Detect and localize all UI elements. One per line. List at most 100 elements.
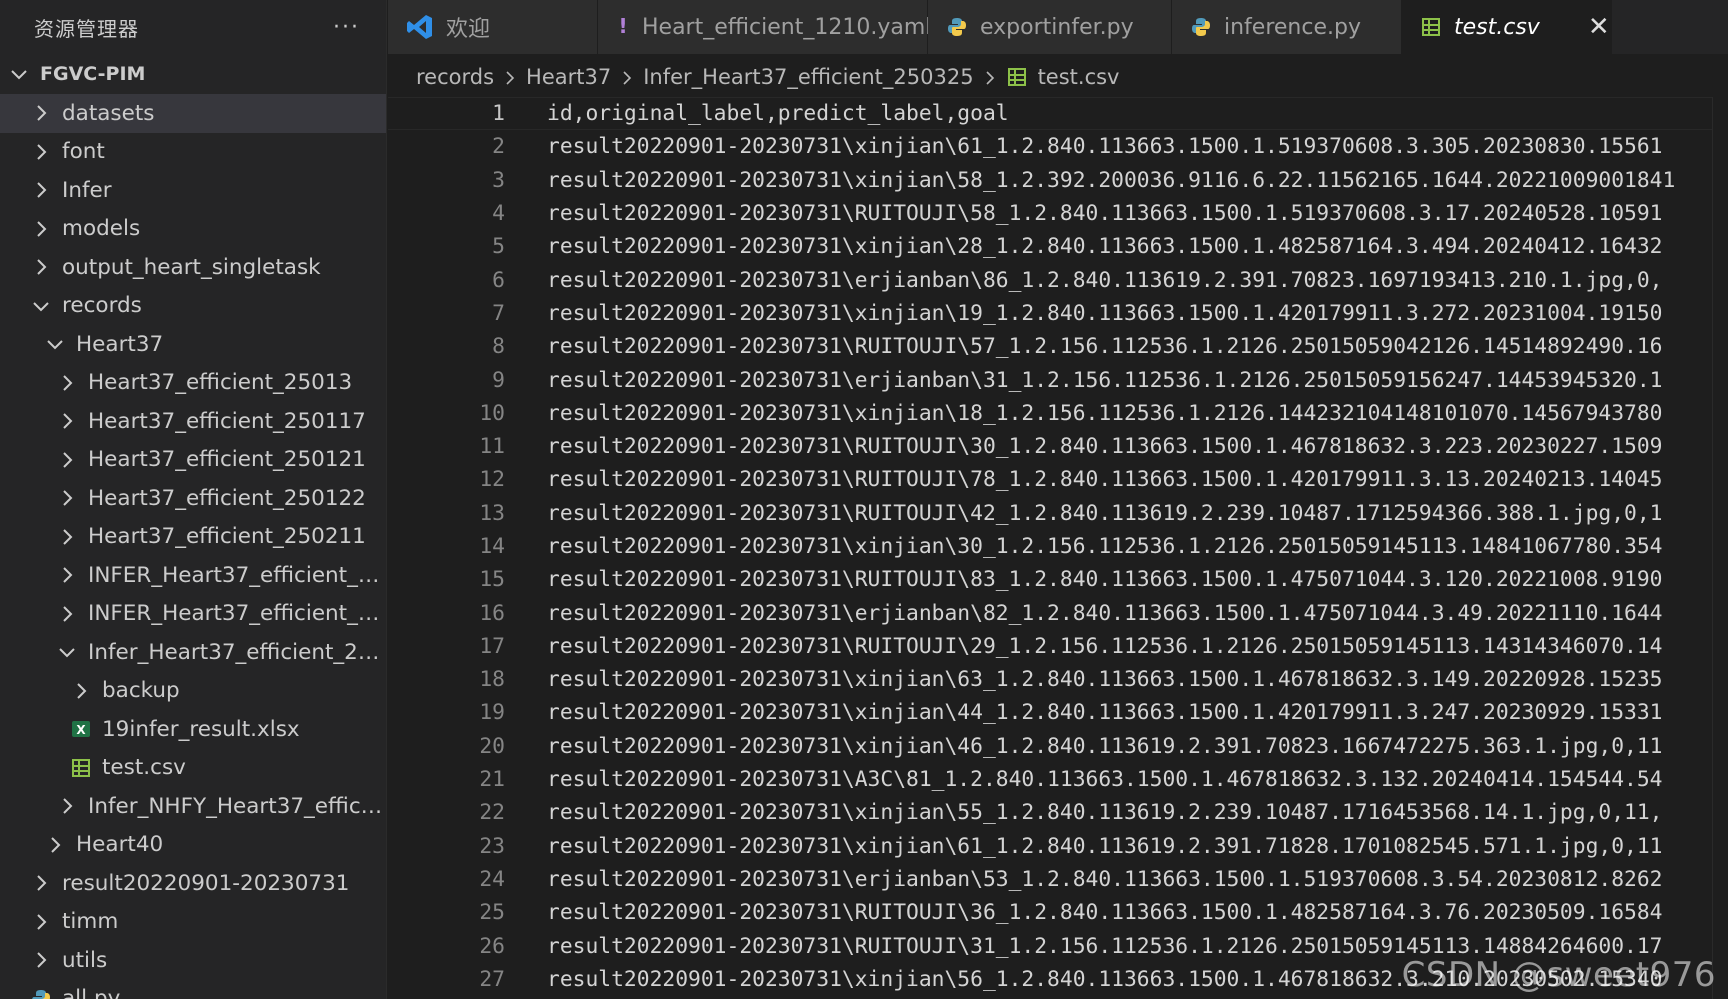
tree-folder[interactable]: Infer_Heart37_efficient_250... — [0, 633, 386, 672]
code-line[interactable]: 26 result20220901-20230731\RUITOUJI\31_1.… — [388, 929, 1728, 962]
tree-folder[interactable]: records — [0, 287, 386, 326]
code-line[interactable]: 4 result20220901-20230731\RUITOUJI\58_1.2… — [388, 197, 1728, 230]
editor-tab[interactable]: inference.py — [1172, 0, 1402, 54]
code-line[interactable]: 27 result20220901-20230731\xinjian\56_1.2… — [388, 963, 1728, 996]
code-line[interactable]: 12 result20220901-20230731\RUITOUJI\78_1.… — [388, 463, 1728, 496]
tree-item-label: timm — [62, 909, 119, 935]
tree-folder[interactable]: Heart37_efficient_250211 — [0, 518, 386, 557]
chevron-down-icon — [44, 333, 66, 355]
breadcrumb-item[interactable]: Heart37 — [526, 65, 611, 89]
code-line[interactable]: 3 result20220901-20230731\xinjian\58_1.2.… — [388, 164, 1728, 197]
code-line[interactable]: 5 result20220901-20230731\xinjian\28_1.2.… — [388, 230, 1728, 263]
line-text: result20220901-20230731\xinjian\56_1.2.8… — [547, 966, 1663, 992]
tree-folder[interactable]: Heart37_efficient_250117 — [0, 402, 386, 441]
breadcrumb-item[interactable]: test.csv — [1038, 65, 1120, 89]
editor-tab[interactable]: ! Heart_efficient_1210.yaml — [598, 0, 932, 54]
code-line[interactable]: 17 result20220901-20230731\RUITOUJI\29_1.… — [388, 630, 1728, 663]
tree-folder[interactable]: Infer — [0, 171, 386, 210]
code-line[interactable]: 23 result20220901-20230731\xinjian\61_1.2… — [388, 830, 1728, 863]
tree-item-label: Infer — [62, 177, 112, 203]
chevron-down-icon — [8, 63, 30, 85]
tree-folder[interactable]: datasets — [0, 94, 386, 133]
tree-folder[interactable]: INFER_Heart37_efficient_25... — [0, 556, 386, 595]
tree-folder[interactable]: INFER_Heart37_efficient_25... — [0, 595, 386, 634]
editor-tab[interactable]: test.csv ✕ — [1402, 0, 1612, 54]
tree-folder[interactable]: Heart37_efficient_250121 — [0, 441, 386, 480]
line-text: result20220901-20230731\erjianban\86_1.2… — [547, 267, 1663, 293]
tree-folder[interactable]: Heart37_efficient_25013 — [0, 364, 386, 403]
code-line[interactable]: 11 result20220901-20230731\RUITOUJI\30_1.… — [388, 430, 1728, 463]
code-line[interactable]: 6 result20220901-20230731\erjianban\86_1.… — [388, 263, 1728, 296]
tab-label: Heart_efficient_1210.yaml — [642, 14, 932, 40]
tree-folder[interactable]: Heart37 — [0, 325, 386, 364]
line-text: result20220901-20230731\xinjian\58_1.2.3… — [547, 167, 1676, 193]
csv-icon — [1420, 16, 1442, 38]
code-line[interactable]: 10 result20220901-20230731\xinjian\18_1.2… — [388, 397, 1728, 430]
code-line[interactable]: 1 id,original_label,predict_label,goal — [388, 97, 1728, 131]
line-text: result20220901-20230731\RUITOUJI\57_1.2.… — [547, 334, 1663, 360]
code-line[interactable]: 19 result20220901-20230731\xinjian\44_1.2… — [388, 696, 1728, 729]
line-number: 10 — [479, 400, 505, 426]
tree-folder[interactable]: output_heart_singletask — [0, 248, 386, 287]
line-number: 9 — [492, 367, 505, 393]
chevron-right-icon — [619, 65, 635, 89]
tree-folder[interactable]: backup — [0, 672, 386, 711]
code-line[interactable]: 14 result20220901-20230731\xinjian\30_1.2… — [388, 530, 1728, 563]
tree-folder[interactable]: models — [0, 210, 386, 249]
code-line[interactable]: 7 result20220901-20230731\xinjian\19_1.2.… — [388, 297, 1728, 330]
tree-item-label: test.csv — [102, 755, 186, 781]
code-line[interactable]: 2 result20220901-20230731\xinjian\61_1.2.… — [388, 130, 1728, 163]
tree-folder[interactable]: Heart37_efficient_250122 — [0, 479, 386, 518]
more-actions-button[interactable]: ··· — [333, 15, 360, 40]
chevron-right-icon — [44, 834, 66, 856]
tree-folder[interactable]: timm — [0, 903, 386, 942]
tree-folder[interactable]: font — [0, 133, 386, 172]
tree-folder[interactable]: Heart40 — [0, 826, 386, 865]
code-line[interactable]: 18 result20220901-20230731\xinjian\63_1.2… — [388, 663, 1728, 696]
tree-item-label: Heart37_efficient_25013 — [88, 370, 353, 396]
excel-file-icon: X — [70, 718, 92, 740]
code-line[interactable]: 24 result20220901-20230731\erjianban\53_1… — [388, 863, 1728, 896]
breadcrumb: records Heart37 Infer_Heart37_efficient_25… — [388, 54, 1728, 100]
tab-label: exportinfer.py — [980, 14, 1134, 40]
vertical-scrollbar[interactable] — [1712, 97, 1728, 999]
line-text: result20220901-20230731\xinjian\19_1.2.8… — [547, 300, 1663, 326]
close-icon[interactable]: ✕ — [1588, 12, 1610, 42]
tree-item-label: Heart37_efficient_250117 — [88, 408, 366, 434]
tree-file[interactable]: X 19infer_result.xlsx — [0, 710, 386, 749]
code-editor[interactable]: 1 id,original_label,predict_label,goal 2 re… — [388, 97, 1728, 999]
editor-tab-bar: 欢迎 ! Heart_efficient_1210.yaml exportinfer.… — [388, 0, 1728, 54]
line-text: result20220901-20230731\RUITOUJI\78_1.2.… — [547, 467, 1663, 493]
tree-file[interactable]: all.py — [0, 980, 386, 999]
tree-item-label: INFER_Heart37_efficient_25... — [88, 601, 386, 627]
code-line[interactable]: 21 result20220901-20230731\A3C\81_1.2.840… — [388, 763, 1728, 796]
line-number: 12 — [479, 467, 505, 493]
code-line[interactable]: 15 result20220901-20230731\RUITOUJI\83_1.… — [388, 563, 1728, 596]
tree-item-label: Heart37_efficient_250211 — [88, 524, 366, 550]
code-line[interactable]: 16 result20220901-20230731\erjianban\82_1… — [388, 596, 1728, 629]
editor-tab[interactable]: exportinfer.py — [928, 0, 1172, 54]
explorer-sidebar: 资源管理器 ··· FGVC-PIM datasets font Infer mode… — [0, 0, 387, 999]
line-text: result20220901-20230731\A3C\81_1.2.840.1… — [547, 767, 1663, 793]
tree-folder[interactable]: utils — [0, 941, 386, 980]
editor-tab[interactable]: 欢迎 — [388, 0, 598, 54]
tree-folder[interactable]: Infer_NHFY_Heart37_efficie... — [0, 787, 386, 826]
breadcrumb-item[interactable]: records — [416, 65, 494, 89]
code-line[interactable]: 22 result20220901-20230731\xinjian\55_1.2… — [388, 796, 1728, 829]
line-text: result20220901-20230731\RUITOUJI\42_1.2.… — [547, 500, 1663, 526]
code-line[interactable]: 13 result20220901-20230731\RUITOUJI\42_1.… — [388, 497, 1728, 530]
chevron-right-icon — [56, 372, 78, 394]
code-line[interactable]: 8 result20220901-20230731\RUITOUJI\57_1.2… — [388, 330, 1728, 363]
code-line[interactable]: 25 result20220901-20230731\RUITOUJI\36_1.… — [388, 896, 1728, 929]
workspace-root-folder[interactable]: FGVC-PIM — [0, 54, 386, 94]
code-line[interactable]: 20 result20220901-20230731\xinjian\46_1.2… — [388, 730, 1728, 763]
tree-folder[interactable]: result20220901-20230731 — [0, 864, 386, 903]
python-icon — [1190, 16, 1212, 38]
breadcrumb-item[interactable]: Infer_Heart37_efficient_250325 — [643, 65, 973, 89]
tree-item-label: Infer_Heart37_efficient_250... — [88, 639, 386, 665]
tree-file[interactable]: test.csv — [0, 749, 386, 788]
line-number: 26 — [479, 933, 505, 959]
tab-label: 欢迎 — [446, 17, 491, 42]
chevron-right-icon — [30, 218, 52, 240]
code-line[interactable]: 9 result20220901-20230731\erjianban\31_1.… — [388, 363, 1728, 396]
